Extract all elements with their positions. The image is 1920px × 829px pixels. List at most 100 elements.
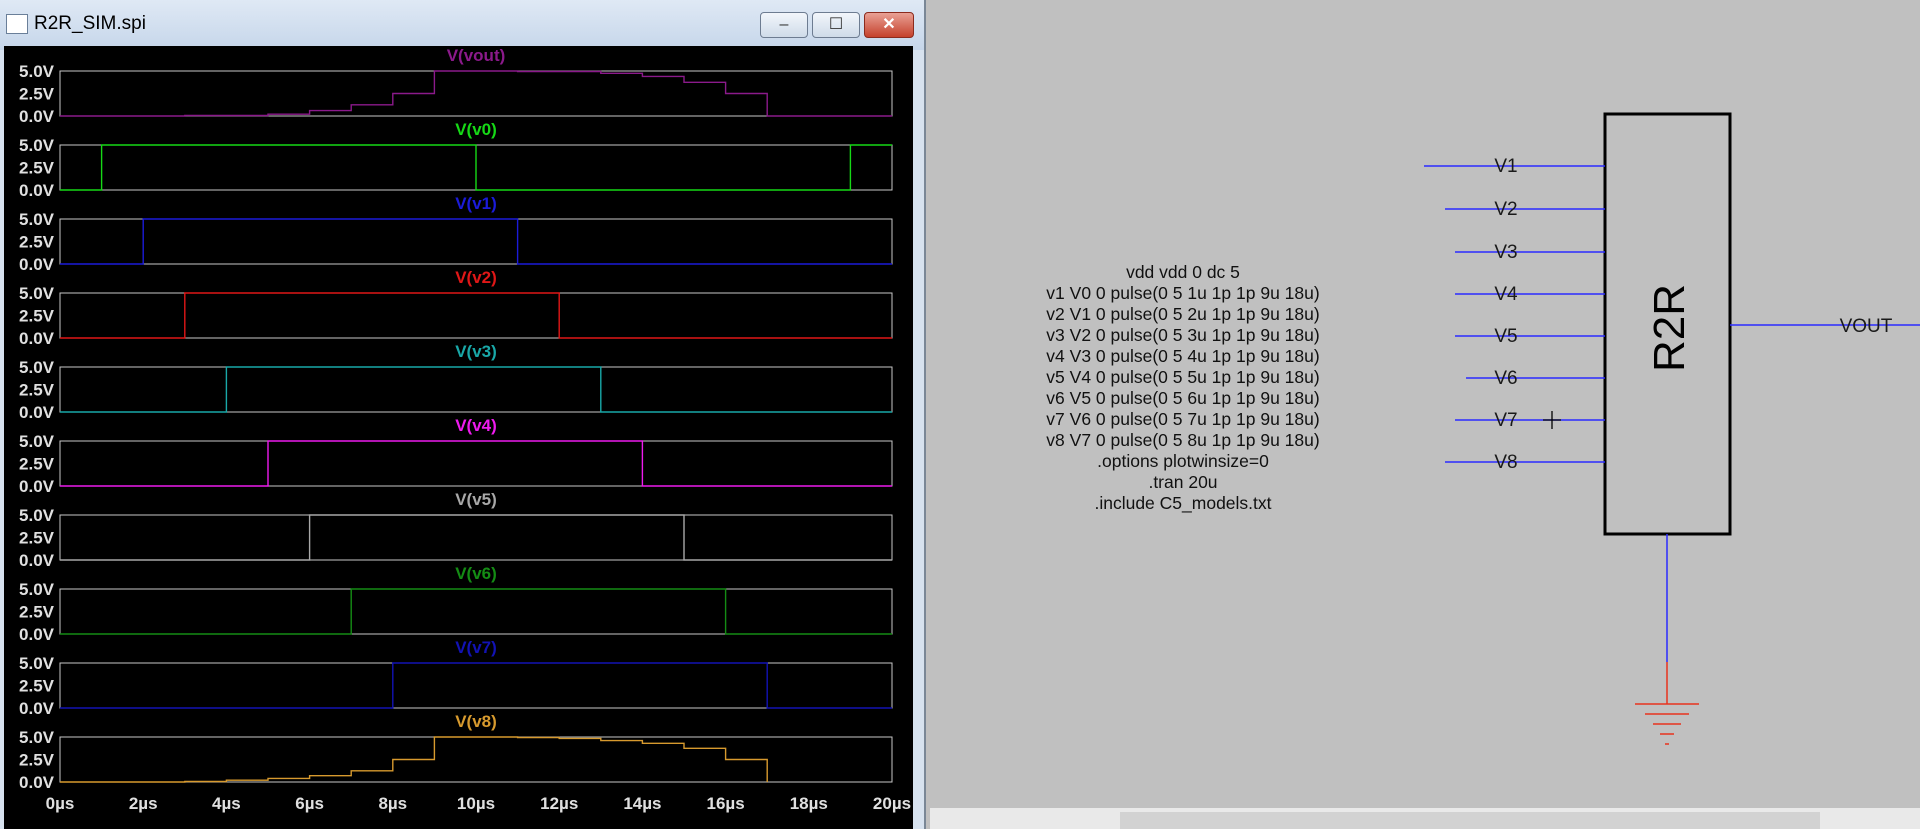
r2r-block-label: R2R (1645, 283, 1694, 373)
directive-line[interactable]: v8 V7 0 pulse(0 5 8u 1p 1p 9u 18u) (1018, 430, 1348, 451)
trace-line (60, 218, 892, 265)
trace-title: V(v4) (455, 416, 497, 435)
y-tick-label: 2.5V (19, 307, 55, 326)
y-tick-label: 5.0V (19, 136, 55, 155)
trace-line (60, 292, 892, 339)
x-tick-label: 4µs (212, 794, 241, 813)
plot-frame (59, 514, 893, 561)
y-tick-label: 0.0V (19, 403, 55, 422)
y-tick-label: 2.5V (19, 529, 55, 548)
y-tick-label: 2.5V (19, 85, 55, 104)
trace-title: V(v2) (455, 268, 497, 287)
directive-line[interactable]: .options plotwinsize=0 (1018, 451, 1348, 472)
x-tick-label: 2µs (129, 794, 158, 813)
horizontal-scrollbar[interactable] (930, 808, 1920, 829)
y-tick-label: 0.0V (19, 625, 55, 644)
trace-title: V(v1) (455, 194, 497, 213)
y-tick-label: 2.5V (19, 751, 55, 770)
y-tick-label: 0.0V (19, 477, 55, 496)
trace-line (60, 662, 892, 709)
trace-panel-v4: V(v4) 5.0V 2.5V 0.0V (19, 416, 893, 496)
waveform-plot-area[interactable]: V(vout) 5.0V 2.5V 0.0V V(v0) 5.0V 2.5V 0.0V V(v1… (4, 46, 913, 829)
y-tick-label: 5.0V (19, 358, 55, 377)
trace-title: V(v6) (455, 564, 497, 583)
trace-panel-v8: V(v8) 5.0V 2.5V 0.0V (19, 712, 893, 792)
trace-line (60, 736, 768, 783)
y-tick-label: 2.5V (19, 455, 55, 474)
trace-line (60, 144, 892, 191)
y-tick-label: 5.0V (19, 62, 55, 81)
directive-line[interactable]: .tran 20u (1018, 472, 1348, 493)
x-tick-label: 12µs (540, 794, 578, 813)
x-tick-label: 6µs (295, 794, 324, 813)
plot-frame (59, 218, 893, 265)
y-tick-label: 5.0V (19, 432, 55, 451)
waveform-window: R2R_SIM.spi – ☐ ✕ V(vout) 5.0V 2.5V 0.0V V(v… (0, 0, 926, 829)
y-tick-label: 5.0V (19, 210, 55, 229)
trace-line (60, 366, 892, 413)
trace-panel-v5: V(v5) 5.0V 2.5V 0.0V (19, 490, 893, 570)
y-tick-label: 0.0V (19, 551, 55, 570)
directive-line[interactable]: v6 V5 0 pulse(0 5 6u 1p 1p 9u 18u) (1018, 388, 1348, 409)
y-tick-label: 5.0V (19, 654, 55, 673)
trace-line (60, 440, 892, 487)
directive-line[interactable]: vdd vdd 0 dc 5 (1018, 262, 1348, 283)
y-tick-label: 5.0V (19, 284, 55, 303)
y-tick-label: 5.0V (19, 580, 55, 599)
close-button[interactable]: ✕ (864, 12, 914, 38)
y-tick-label: 0.0V (19, 107, 55, 126)
x-tick-label: 16µs (707, 794, 745, 813)
y-tick-label: 0.0V (19, 329, 55, 348)
y-tick-label: 0.0V (19, 255, 55, 274)
minimize-button[interactable]: – (760, 12, 808, 38)
directive-line[interactable]: v1 V0 0 pulse(0 5 1u 1p 1p 9u 18u) (1018, 283, 1348, 304)
trace-line (60, 588, 892, 635)
directive-line[interactable]: v3 V2 0 pulse(0 5 3u 1p 1p 9u 18u) (1018, 325, 1348, 346)
plot-frame (59, 440, 893, 487)
trace-panel-v1: V(v1) 5.0V 2.5V 0.0V (19, 194, 893, 274)
trace-panel-v7: V(v7) 5.0V 2.5V 0.0V (19, 638, 893, 718)
y-tick-label: 2.5V (19, 677, 55, 696)
trace-title: V(v8) (455, 712, 497, 731)
directive-line[interactable]: v5 V4 0 pulse(0 5 5u 1p 1p 9u 18u) (1018, 367, 1348, 388)
y-tick-label: 0.0V (19, 181, 55, 200)
trace-title: V(v0) (455, 120, 497, 139)
directive-line[interactable]: .include C5_models.txt (1018, 493, 1348, 514)
scrollbar-thumb[interactable] (1120, 812, 1820, 829)
y-tick-label: 0.0V (19, 773, 55, 792)
maximize-button[interactable]: ☐ (812, 12, 860, 38)
x-tick-label: 14µs (623, 794, 661, 813)
y-tick-label: 2.5V (19, 603, 55, 622)
trace-title: V(v7) (455, 638, 497, 657)
trace-line (60, 514, 892, 561)
y-tick-label: 5.0V (19, 728, 55, 747)
trace-panel-v3: V(v3) 5.0V 2.5V 0.0V (19, 342, 893, 422)
x-tick-label: 20µs (873, 794, 911, 813)
waveform-chart[interactable]: V(vout)5.0V2.5V0.0VV(v0)5.0V2.5V0.0VV(v1… (4, 46, 913, 829)
plot-frame (59, 366, 893, 413)
trace-panel-v0: V(v0) 5.0V 2.5V 0.0V (19, 120, 893, 200)
directive-line[interactable]: v2 V1 0 pulse(0 5 2u 1p 1p 9u 18u) (1018, 304, 1348, 325)
x-tick-label: 18µs (790, 794, 828, 813)
trace-title: V(vout) (447, 46, 506, 65)
trace-panel-vout: V(vout) 5.0V 2.5V 0.0V (19, 46, 893, 126)
directive-line[interactable]: v7 V6 0 pulse(0 5 7u 1p 1p 9u 18u) (1018, 409, 1348, 430)
y-tick-label: 2.5V (19, 159, 55, 178)
y-tick-label: 2.5V (19, 233, 55, 252)
y-tick-label: 2.5V (19, 381, 55, 400)
directive-line[interactable]: v4 V3 0 pulse(0 5 4u 1p 1p 9u 18u) (1018, 346, 1348, 367)
trace-panel-v2: V(v2) 5.0V 2.5V 0.0V (19, 268, 893, 348)
y-tick-label: 0.0V (19, 699, 55, 718)
plot-frame (59, 588, 893, 635)
trace-title: V(v5) (455, 490, 497, 509)
x-tick-label: 0µs (46, 794, 75, 813)
y-tick-label: 5.0V (19, 506, 55, 525)
x-tick-label: 8µs (378, 794, 407, 813)
x-tick-label: 10µs (457, 794, 495, 813)
title-bar[interactable]: R2R_SIM.spi – ☐ ✕ (0, 0, 924, 50)
waveform-app-icon (6, 14, 28, 34)
trace-title: V(v3) (455, 342, 497, 361)
window-title: R2R_SIM.spi (34, 13, 146, 34)
trace-panel-v6: V(v6) 5.0V 2.5V 0.0V (19, 564, 893, 644)
trace-line (60, 70, 892, 117)
